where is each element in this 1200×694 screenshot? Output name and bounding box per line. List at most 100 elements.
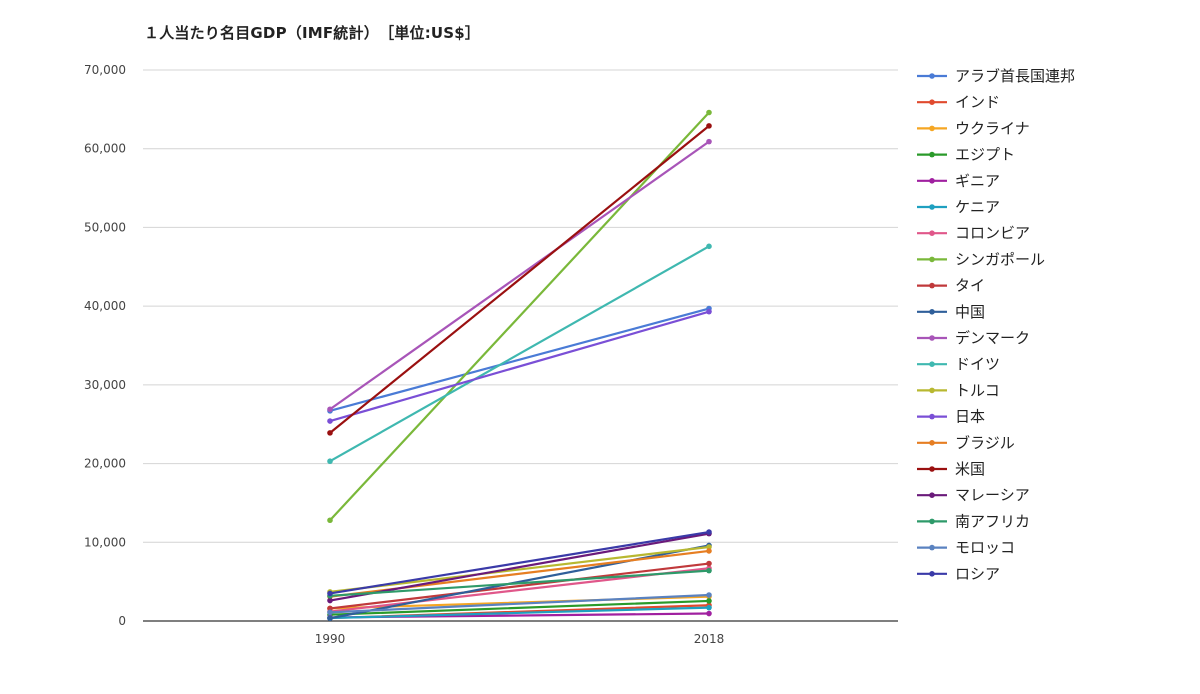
data-point	[327, 590, 333, 597]
legend-swatch-dot	[929, 387, 935, 394]
legend-swatch-dot	[929, 204, 935, 210]
y-tick-label: 20,000	[84, 457, 126, 471]
data-point	[706, 604, 712, 611]
legend-item: 中国	[917, 303, 985, 321]
line-chart: 0 10,000 20,000 30,000 40,000 50,000 60,000 70,…	[84, 63, 1075, 646]
legend-label: マレーシア	[955, 486, 1030, 504]
x-axis: 1990 2018	[315, 632, 725, 646]
data-point	[327, 458, 333, 465]
data-point	[327, 418, 333, 424]
legend-label: ドイツ	[955, 355, 1000, 373]
gridlines	[143, 69, 898, 622]
data-point	[706, 123, 712, 129]
legend-item: トルコ	[917, 381, 1000, 399]
series-16	[327, 123, 712, 436]
legend-swatch-dot	[929, 73, 935, 79]
data-point	[706, 138, 712, 145]
series-11	[327, 138, 712, 413]
data-point	[706, 529, 712, 535]
legend-label: 中国	[955, 303, 985, 321]
legend-item: ブラジル	[917, 434, 1015, 452]
legend-item: ギニア	[917, 172, 1000, 190]
series-line	[328, 307, 711, 412]
y-tick-label: 30,000	[84, 378, 126, 392]
series-lines	[327, 109, 712, 622]
legend-item: マレーシア	[917, 486, 1030, 504]
legend-swatch-dot	[929, 99, 935, 105]
legend-swatch-dot	[929, 335, 935, 341]
legend-label: 日本	[955, 408, 985, 426]
data-point	[327, 615, 333, 622]
legend-item: ドイツ	[917, 355, 1000, 373]
legend-swatch-dot	[929, 544, 935, 551]
legend-item: ケニア	[917, 198, 1000, 216]
legend-label: アラブ首長国連邦	[955, 67, 1075, 85]
data-point	[327, 609, 333, 616]
legend-item: 米国	[917, 460, 985, 478]
legend-item: インド	[917, 93, 1000, 111]
legend-swatch-dot	[929, 282, 935, 289]
legend-swatch-dot	[929, 361, 935, 368]
data-point	[706, 610, 712, 617]
legend-label: トルコ	[955, 381, 1000, 399]
series-1	[327, 305, 712, 414]
y-tick-label: 10,000	[84, 535, 126, 549]
series-18	[327, 567, 712, 599]
data-point	[706, 308, 712, 315]
legend-swatch-dot	[929, 178, 935, 184]
y-tick-label: 50,000	[84, 220, 126, 234]
legend-label: ウクライナ	[955, 119, 1030, 137]
data-point	[327, 517, 333, 524]
y-tick-label: 0	[118, 614, 126, 628]
legend-swatch-dot	[929, 466, 935, 472]
legend-item: 南アフリカ	[917, 512, 1030, 530]
legend-label: 米国	[955, 460, 985, 478]
legend-label: シンガポール	[955, 250, 1045, 268]
legend-swatch-dot	[929, 571, 935, 577]
data-point	[706, 243, 712, 250]
legend-swatch-dot	[929, 125, 935, 132]
legend-label: モロッコ	[955, 539, 1015, 557]
legend-item: ロシア	[917, 565, 1000, 583]
legend-swatch-dot	[929, 151, 935, 158]
legend-label: デンマーク	[955, 329, 1030, 347]
legend-label: コロンビア	[955, 224, 1030, 242]
legend-swatch-dot	[929, 309, 935, 315]
y-tick-label: 60,000	[84, 142, 126, 156]
legend-swatch-dot	[929, 518, 935, 525]
x-tick-label: 2018	[694, 632, 725, 646]
data-point	[706, 560, 712, 567]
legend-item: エジプト	[917, 146, 1015, 164]
x-tick-label: 1990	[315, 632, 346, 646]
legend-label: ケニア	[955, 198, 1000, 216]
y-tick-label: 40,000	[84, 299, 126, 313]
legend-swatch-dot	[929, 492, 935, 499]
data-point	[706, 592, 712, 598]
legend-label: エジプト	[955, 146, 1015, 164]
data-point	[706, 548, 712, 554]
series-14	[327, 308, 712, 424]
legend-label: ブラジル	[955, 434, 1015, 452]
legend: アラブ首長国連邦インドウクライナエジプトギニアケニアコロンビアシンガポールタイ中…	[917, 67, 1075, 583]
legend-label: ギニア	[955, 172, 1000, 190]
y-axis: 0 10,000 20,000 30,000 40,000 50,000 60,000 70,…	[84, 63, 126, 628]
legend-swatch-dot	[929, 440, 935, 446]
data-point	[327, 430, 333, 436]
legend-item: タイ	[917, 277, 985, 295]
legend-swatch-dot	[929, 413, 935, 420]
legend-swatch-dot	[929, 230, 935, 236]
legend-item: 日本	[917, 408, 985, 426]
data-point	[706, 567, 712, 574]
data-point	[706, 598, 712, 604]
legend-item: アラブ首長国連邦	[917, 67, 1075, 85]
series-line	[328, 140, 711, 411]
legend-label: 南アフリカ	[955, 512, 1030, 530]
legend-label: ロシア	[955, 565, 1000, 583]
data-point	[706, 109, 712, 116]
series-line	[328, 310, 711, 423]
legend-item: ウクライナ	[917, 119, 1030, 137]
data-point	[327, 406, 333, 413]
legend-item: シンガポール	[917, 250, 1045, 268]
y-tick-label: 70,000	[84, 63, 126, 77]
legend-item: コロンビア	[917, 224, 1030, 242]
